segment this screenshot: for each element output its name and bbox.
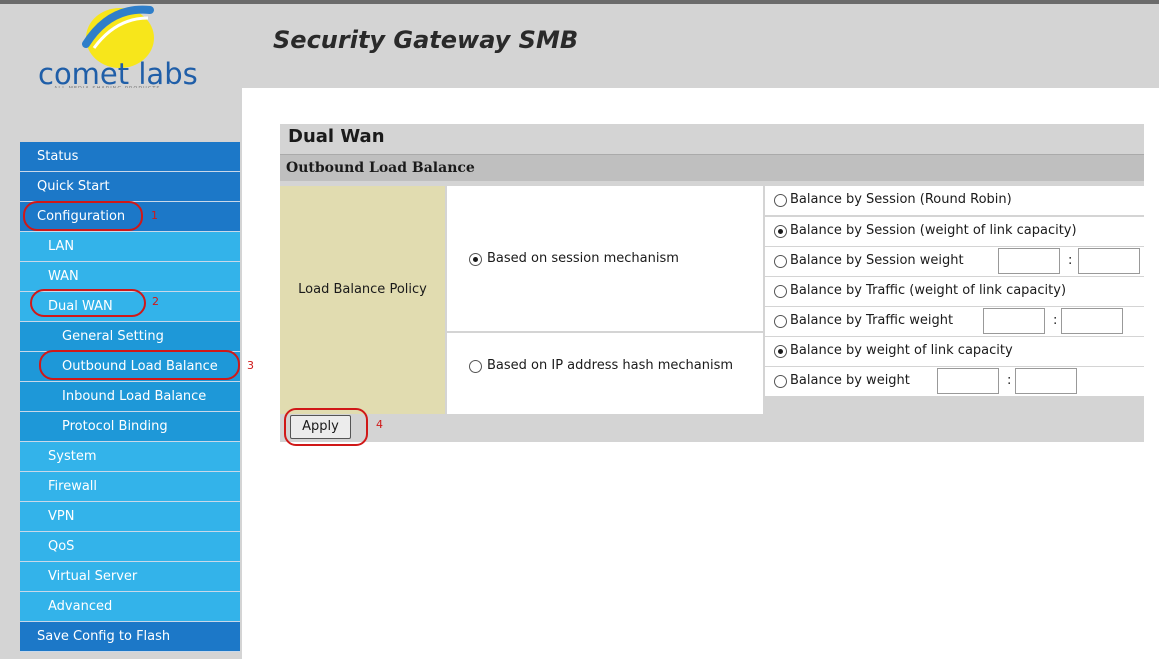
section-header: Outbound Load Balance — [280, 154, 1144, 181]
mechanism-hash-label: Based on IP address hash mechanism — [487, 358, 734, 373]
nav-item-status[interactable]: Status — [20, 142, 240, 172]
option-label: Balance by Traffic (weight of link capac… — [790, 283, 1067, 298]
page-root: comet labs ALL MEDIA SHARING PRODUCTS Se… — [0, 0, 1159, 659]
hash-weight-input-2[interactable] — [1015, 368, 1077, 394]
section-title: Outbound Load Balance — [286, 160, 475, 176]
nav-label: Protocol Binding — [62, 419, 168, 434]
nav-item-qos[interactable]: QoS — [20, 532, 240, 562]
annotation-step-1: 1 — [151, 209, 158, 222]
option-row-round-robin: Balance by Session (Round Robin) — [765, 186, 1144, 215]
nav-label: LAN — [48, 239, 75, 254]
radio-traffic-capacity[interactable] — [774, 285, 787, 298]
panel-title: Dual Wan — [288, 126, 385, 147]
nav-label: QoS — [48, 539, 75, 554]
mechanism-hash-cell: Based on IP address hash mechanism — [447, 333, 763, 414]
nav-item-save-config[interactable]: Save Config to Flash — [20, 622, 240, 652]
mechanism-session-label: Based on session mechanism — [487, 251, 679, 266]
policy-cell: Load Balance Policy — [280, 186, 445, 414]
option-label: Balance by Traffic weight — [790, 313, 954, 328]
colon-separator: : — [1007, 373, 1012, 388]
nav-item-protocol-binding[interactable]: Protocol Binding — [20, 412, 240, 442]
radio-session-mechanism[interactable] — [469, 253, 482, 266]
traffic-weight-input-1[interactable] — [983, 308, 1045, 334]
annotation-circle-configuration — [23, 201, 143, 231]
radio-hash-capacity[interactable] — [774, 345, 787, 358]
annotation-circle-outbound — [39, 350, 240, 380]
radio-round-robin[interactable] — [774, 194, 787, 207]
nav-label: Quick Start — [37, 179, 110, 194]
colon-separator: : — [1068, 253, 1073, 268]
nav-label: System — [48, 449, 97, 464]
annotation-step-3: 3 — [247, 359, 254, 372]
option-row-session-capacity: Balance by Session (weight of link capac… — [765, 217, 1144, 246]
mechanism-session-cell: Based on session mechanism — [447, 186, 763, 331]
annotation-step-2: 2 — [152, 295, 159, 308]
nav-label: Advanced — [48, 599, 113, 614]
colon-separator: : — [1053, 313, 1058, 328]
hash-weight-input-1[interactable] — [937, 368, 999, 394]
radio-session-weight[interactable] — [774, 255, 787, 268]
page-title: Security Gateway SMB — [273, 26, 579, 54]
nav-item-virtual-server[interactable]: Virtual Server — [20, 562, 240, 592]
option-row-traffic-weight: Balance by Traffic weight : — [765, 307, 1144, 336]
option-label: Balance by Session (weight of link capac… — [790, 223, 1077, 238]
option-row-hash-weight: Balance by weight : — [765, 367, 1144, 396]
option-row-traffic-capacity: Balance by Traffic (weight of link capac… — [765, 277, 1144, 306]
radio-hash-weight[interactable] — [774, 375, 787, 388]
option-row-hash-capacity: Balance by weight of link capacity — [765, 337, 1144, 366]
nav-label: VPN — [48, 509, 75, 524]
nav-label: Save Config to Flash — [37, 629, 171, 644]
nav-item-system[interactable]: System — [20, 442, 240, 472]
nav-item-inbound-load-balance[interactable]: Inbound Load Balance — [20, 382, 240, 412]
header-bar: comet labs ALL MEDIA SHARING PRODUCTS Se… — [0, 0, 1159, 92]
nav-label: WAN — [48, 269, 79, 284]
nav-item-quick-start[interactable]: Quick Start — [20, 172, 240, 202]
annotation-circle-apply — [284, 408, 368, 446]
nav-label: Status — [37, 149, 79, 164]
nav-item-general-setting[interactable]: General Setting — [20, 322, 240, 352]
nav-label: Firewall — [48, 479, 98, 494]
radio-hash-mechanism[interactable] — [469, 360, 482, 373]
option-label: Balance by weight of link capacity — [790, 343, 1013, 358]
option-label: Balance by Session weight — [790, 253, 964, 268]
session-weight-input-1[interactable] — [998, 248, 1060, 274]
nav-item-lan[interactable]: LAN — [20, 232, 240, 262]
nav-label: General Setting — [62, 329, 164, 344]
nav-item-advanced[interactable]: Advanced — [20, 592, 240, 622]
traffic-weight-input-2[interactable] — [1061, 308, 1123, 334]
nav-item-wan[interactable]: WAN — [20, 262, 240, 292]
option-label: Balance by weight — [790, 373, 910, 388]
nav-label: Inbound Load Balance — [62, 389, 207, 404]
policy-label: Load Balance Policy — [298, 282, 427, 297]
nav-label: Virtual Server — [48, 569, 138, 584]
dual-wan-panel: Dual Wan Outbound Load Balance Load Bala… — [280, 124, 1144, 442]
option-row-session-weight: Balance by Session weight : — [765, 247, 1144, 276]
annotation-step-4: 4 — [376, 418, 383, 431]
radio-traffic-weight[interactable] — [774, 315, 787, 328]
annotation-circle-dual-wan — [30, 289, 146, 317]
radio-session-capacity[interactable] — [774, 225, 787, 238]
nav-item-vpn[interactable]: VPN — [20, 502, 240, 532]
session-weight-input-2[interactable] — [1078, 248, 1140, 274]
nav-item-firewall[interactable]: Firewall — [20, 472, 240, 502]
option-label: Balance by Session (Round Robin) — [790, 192, 1012, 207]
